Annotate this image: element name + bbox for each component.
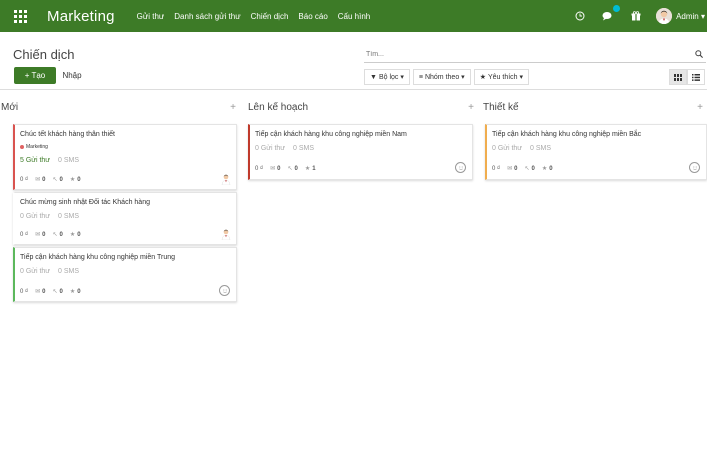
tag-dot-icon — [20, 145, 24, 149]
responsible-avatar[interactable] — [220, 228, 232, 241]
column-title[interactable]: Thiết kế — [483, 102, 519, 113]
page-title: Chiến dịch — [13, 47, 75, 62]
card-title: Tiếp cận khách hàng khu công nghiệp miền… — [20, 254, 176, 261]
menu-mailing-lists[interactable]: Danh sách gửi thư — [174, 12, 240, 21]
click-icon: ↖ — [52, 289, 58, 295]
campaign-card[interactable]: Tiếp cận khách hàng khu công nghiệp miền… — [13, 247, 237, 302]
card-title: Tiếp cận khách hàng khu công nghiệp miền… — [492, 131, 642, 138]
kanban-column-planning: Lên kế hoạch + Tiếp cận khách hàng khu c… — [248, 90, 478, 180]
menu-reports[interactable]: Báo cáo — [298, 12, 327, 21]
group-by-icon: ≡ — [418, 73, 423, 81]
card-stats: 0 ₫ ✉ 0 ↖ 0 ★ 0 — [20, 288, 81, 296]
card-counts: 0 Gửi thư 0 SMS — [20, 268, 80, 275]
mail-opened-icon: ✉ — [35, 232, 41, 238]
user-avatar[interactable] — [656, 8, 673, 24]
click-icon: ↖ — [287, 166, 293, 172]
app-brand[interactable]: Marketing — [47, 8, 115, 25]
campaign-card[interactable]: Chúc mừng sinh nhật Đối tác Khách hàng 0… — [13, 192, 237, 245]
search-bar — [364, 46, 706, 63]
clock-icon[interactable] — [572, 8, 588, 24]
card-counts: 0 Gửi thư 0 SMS — [20, 213, 80, 220]
star-icon: ★ — [479, 74, 486, 81]
star-icon: ★ — [69, 177, 76, 183]
card-counts: 0 Gửi thư 0 SMS — [255, 145, 315, 152]
gift-icon[interactable] — [628, 8, 644, 24]
top-navbar: Marketing Gửi thư Danh sách gửi thư Chiế… — [0, 0, 707, 32]
card-tag: Marketing — [20, 144, 48, 150]
column-title[interactable]: Lên kế hoạch — [248, 102, 308, 113]
star-icon: ★ — [69, 232, 76, 238]
add-card-icon[interactable]: + — [230, 102, 240, 113]
group-by-button[interactable]: ≡ Nhóm theo ▾ — [412, 69, 471, 85]
card-counts: 0 Gửi thư 0 SMS — [492, 145, 552, 152]
favorites-button[interactable]: ★ Yêu thích ▾ — [473, 69, 530, 85]
column-title[interactable]: Mới — [1, 102, 18, 113]
filter-icon: ▼ — [370, 73, 377, 81]
mail-opened-icon: ✉ — [270, 166, 276, 172]
card-counts: 5 Gửi thư 0 SMS — [20, 157, 80, 164]
import-button[interactable]: Nhập — [58, 67, 86, 84]
campaign-card[interactable]: Chúc tết khách hàng thân thiết Marketing… — [13, 124, 237, 190]
mail-opened-icon: ✉ — [507, 166, 513, 172]
unassigned-avatar-icon[interactable] — [455, 162, 466, 173]
filter-button[interactable]: ▼ Bộ lọc ▾ — [364, 69, 410, 85]
card-title: Chúc mừng sinh nhật Đối tác Khách hàng — [20, 199, 150, 206]
click-icon: ↖ — [52, 232, 58, 238]
card-title: Chúc tết khách hàng thân thiết — [20, 131, 115, 138]
star-icon: ★ — [69, 289, 76, 295]
star-icon: ★ — [541, 166, 548, 172]
kanban-column-new: Mới + Chúc tết khách hàng thân thiết Mar… — [0, 90, 240, 302]
kanban-column-design: Thiết kế + Tiếp cận khách hàng khu công … — [483, 90, 707, 180]
search-input[interactable] — [364, 50, 692, 58]
star-icon: ★ — [304, 166, 311, 172]
card-title: Tiếp cận khách hàng khu công nghiệp miền… — [255, 131, 407, 138]
card-stats: 0 ₫ ✉ 0 ↖ 0 ★ 0 — [492, 165, 553, 173]
list-view-icon[interactable] — [687, 69, 705, 85]
add-card-icon[interactable]: + — [468, 102, 478, 113]
apps-menu-icon[interactable] — [13, 9, 27, 23]
menu-mailings[interactable]: Gửi thư — [137, 12, 165, 21]
menu-campaigns[interactable]: Chiến dịch — [251, 12, 289, 21]
card-stats: 0 ₫ ✉ 0 ↖ 0 ★ 1 — [255, 165, 316, 173]
mail-opened-icon: ✉ — [35, 289, 41, 295]
card-stats: 0 ₫ ✉ 0 ↖ 0 ★ 0 — [20, 231, 81, 239]
unassigned-avatar-icon[interactable] — [689, 162, 700, 173]
campaign-card[interactable]: Tiếp cận khách hàng khu công nghiệp miền… — [248, 124, 473, 180]
create-button[interactable]: + Tạo — [14, 67, 56, 84]
card-stats: 0 ₫ ✉ 0 ↖ 0 ★ 0 — [20, 176, 81, 184]
chat-icon[interactable] — [600, 5, 621, 24]
mail-opened-icon: ✉ — [35, 177, 41, 183]
search-icon[interactable] — [692, 47, 706, 61]
kanban-board: Mới + Chúc tết khách hàng thân thiết Mar… — [0, 90, 707, 460]
control-panel: Chiến dịch +Tạo Nhập ▼Bộ lọc ▾ ≡Nhóm the… — [0, 32, 707, 90]
click-icon: ↖ — [52, 177, 58, 183]
menu-configuration[interactable]: Cấu hình — [338, 12, 370, 21]
campaign-card[interactable]: Tiếp cận khách hàng khu công nghiệp miền… — [485, 124, 707, 180]
kanban-view-icon[interactable] — [669, 69, 687, 85]
unassigned-avatar-icon[interactable] — [219, 285, 230, 296]
chat-badge — [613, 5, 621, 12]
click-icon: ↖ — [524, 166, 530, 172]
responsible-avatar[interactable] — [220, 173, 232, 186]
add-card-icon[interactable]: + — [697, 102, 707, 113]
user-menu[interactable]: Admin ▾ — [676, 12, 705, 21]
